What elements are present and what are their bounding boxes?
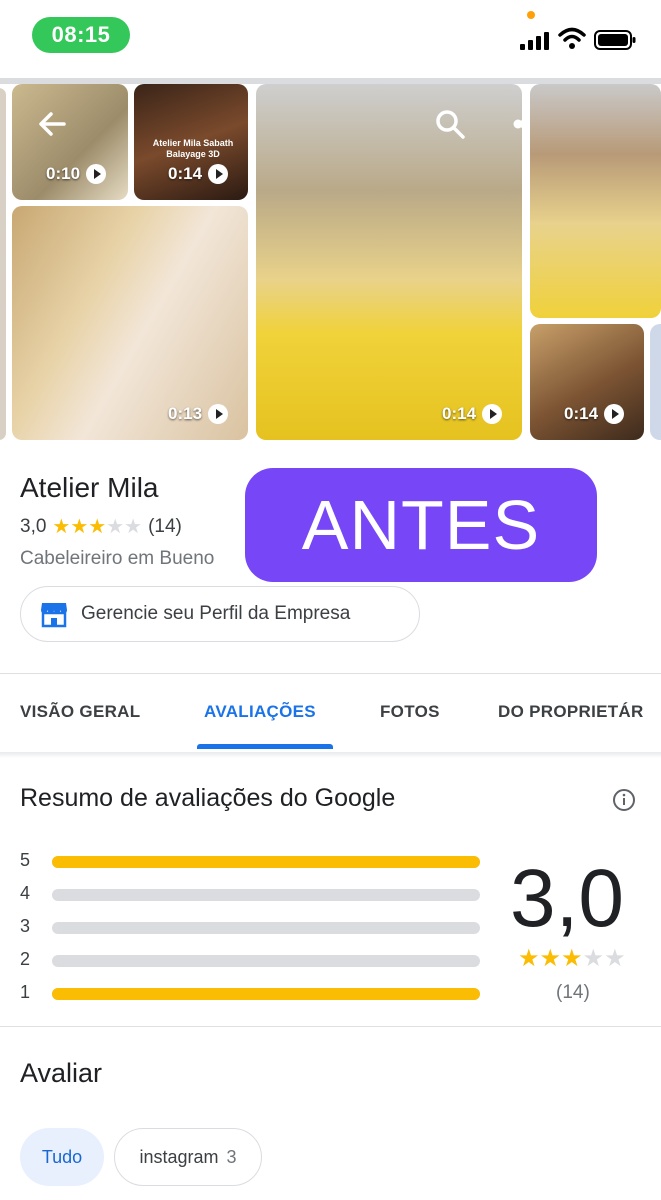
- manage-profile-button[interactable]: Gerencie seu Perfil da Empresa: [20, 586, 420, 642]
- rating-bar-track: [52, 889, 480, 901]
- rating-bar-track: [52, 856, 480, 868]
- play-icon: [208, 404, 229, 424]
- tab-reviews[interactable]: AVALIAÇÕES: [204, 702, 316, 722]
- business-category: Cabeleireiro em Bueno: [20, 548, 215, 569]
- media-tile-partial[interactable]: [650, 324, 661, 440]
- chip-count: 3: [226, 1146, 237, 1167]
- video-duration: 0:13: [168, 404, 229, 424]
- rating-bar-row: 2: [20, 949, 480, 969]
- rating-value: 3,0: [20, 515, 47, 537]
- cellular-signal-icon: [520, 32, 549, 50]
- rating-bar-label: 3: [20, 916, 31, 936]
- duration-text: 0:14: [168, 164, 203, 183]
- video-caption: Atelier Mila Sabath Balayage 3D: [152, 138, 234, 159]
- average-stars-icon: ★★★★★: [518, 945, 626, 972]
- play-icon: [604, 404, 625, 424]
- chip-label: Tudo: [41, 1146, 83, 1167]
- play-icon: [86, 164, 107, 184]
- review-summary-title: Resumo de avaliações do Google: [20, 784, 396, 812]
- rating-bar-row: 5: [20, 850, 480, 870]
- video-duration: 0:10: [46, 164, 107, 184]
- average-review-count: (14): [556, 982, 590, 1003]
- tab-bar-shadow: [0, 752, 661, 758]
- reviews-section-title: Avaliar: [20, 1058, 103, 1088]
- rating-bar-label: 1: [20, 982, 31, 1002]
- rating-bar-fill: [52, 856, 480, 868]
- status-bar: 08:15: [0, 0, 661, 78]
- rating-bar-row: 4: [20, 883, 480, 903]
- rating-bar-label: 2: [20, 949, 31, 969]
- rating-bar-row: 3: [20, 916, 480, 936]
- before-banner: ANTES: [245, 468, 597, 582]
- business-name: Atelier Mila: [20, 472, 159, 503]
- storefront-icon: [41, 603, 67, 628]
- tab-photos[interactable]: FOTOS: [380, 702, 440, 722]
- info-icon[interactable]: [612, 788, 636, 812]
- rating-bar-track: [52, 955, 480, 967]
- active-tab-indicator: [197, 744, 333, 749]
- rating-bar-label: 5: [20, 850, 31, 870]
- media-tile-video[interactable]: 0:13: [12, 206, 248, 440]
- tab-owner[interactable]: DO PROPRIETÁR: [498, 702, 644, 722]
- status-time: 08:15: [32, 17, 130, 53]
- back-arrow-icon[interactable]: [34, 106, 70, 142]
- section-divider: [0, 1026, 661, 1027]
- filter-chip-instagram[interactable]: instagram 3: [114, 1128, 262, 1186]
- tab-bar: VISÃO GERAL AVALIAÇÕES FOTOS DO PROPRIET…: [0, 674, 661, 752]
- rating-bar-track: [52, 988, 480, 1000]
- play-icon: [208, 164, 229, 184]
- battery-icon: [594, 30, 636, 50]
- rating-bar-label: 4: [20, 883, 31, 903]
- search-icon[interactable]: [432, 106, 468, 142]
- media-tile-video[interactable]: 0:14: [530, 324, 644, 440]
- duration-text: 0:14: [442, 404, 477, 423]
- video-duration: 0:14: [168, 164, 229, 184]
- play-icon: [482, 404, 503, 424]
- duration-text: 0:10: [46, 164, 81, 183]
- media-tile-video[interactable]: 0:14: [256, 84, 522, 440]
- rating-stars-icon: ★★★★★: [52, 516, 143, 538]
- rating-bar-fill: [52, 988, 480, 1000]
- media-tile-video[interactable]: 0:10: [12, 84, 128, 200]
- rating-bar-row: 1: [20, 982, 480, 1002]
- review-count: (14): [148, 515, 182, 537]
- filter-chip-all[interactable]: Tudo: [20, 1128, 104, 1186]
- media-tile-video[interactable]: [530, 84, 661, 318]
- duration-text: 0:14: [564, 404, 599, 423]
- average-rating: 3,0: [510, 853, 624, 944]
- wifi-icon: [558, 27, 586, 49]
- privacy-indicator-dot: [527, 11, 535, 19]
- video-duration: 0:14: [442, 404, 503, 424]
- rating-bar-track: [52, 922, 480, 934]
- duration-text: 0:13: [168, 404, 203, 423]
- business-rating-row[interactable]: 3,0 ★★★★★ (14): [20, 514, 182, 539]
- media-tile-partial[interactable]: [0, 88, 6, 440]
- media-tile-video[interactable]: Atelier Mila Sabath Balayage 3D 0:14: [134, 84, 248, 200]
- media-gallery[interactable]: 0:10 Atelier Mila Sabath Balayage 3D 0:14…: [0, 84, 661, 444]
- manage-profile-label: Gerencie seu Perfil da Empresa: [81, 603, 351, 624]
- tab-overview[interactable]: VISÃO GERAL: [20, 702, 140, 722]
- video-duration: 0:14: [564, 404, 625, 424]
- chip-label: instagram: [139, 1146, 219, 1167]
